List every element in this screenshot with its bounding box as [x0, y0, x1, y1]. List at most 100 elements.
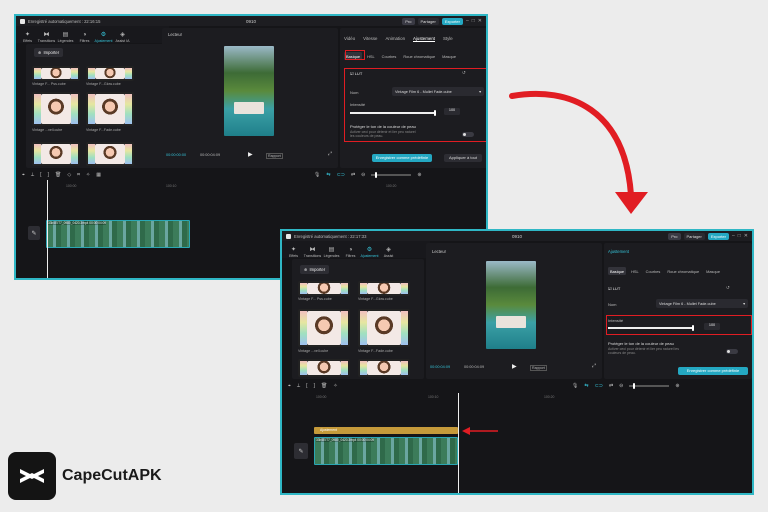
play-icon[interactable]: ▶ [248, 151, 253, 158]
slider-knob[interactable] [375, 172, 378, 179]
delete-icon[interactable]: 🗑 [55, 172, 61, 178]
tool-transitions[interactable]: ⧓ Transitions [304, 247, 321, 258]
trim-left-icon[interactable]: [ [40, 172, 41, 178]
export-button[interactable]: Exporter [707, 232, 729, 240]
play-icon[interactable]: ▶ [512, 363, 517, 370]
lut-thumbnail[interactable] [86, 92, 134, 126]
cursor-icon[interactable]: ⌖ [22, 172, 25, 178]
share-button[interactable]: Partager [683, 232, 705, 240]
split-icon[interactable]: ⟂ [31, 172, 34, 178]
magnet-icon[interactable]: ⊂⊃ [595, 383, 603, 389]
fullscreen-icon[interactable]: ⤢ [328, 151, 332, 157]
tool-transitions[interactable]: ⧓ Transitions [38, 32, 55, 43]
subtab-curves[interactable]: Courbes [644, 267, 663, 275]
save-preset-button[interactable]: Enregistrer comme prédéfinie [372, 154, 432, 162]
import-button[interactable]: ⊕ Importer [34, 48, 64, 57]
lut-thumbnail[interactable] [358, 281, 410, 296]
lut-thumbnail[interactable] [86, 66, 134, 81]
lut-thumbnail[interactable] [86, 142, 134, 166]
zoom-out-icon[interactable]: ⊖ [361, 172, 365, 178]
crop-icon[interactable]: ⌗ [77, 172, 80, 178]
tool-effects[interactable]: ✦ Effets [285, 247, 302, 258]
tool-adjustment[interactable]: ⚙ Ajustement [361, 247, 379, 258]
lut-thumbnail[interactable] [358, 309, 410, 347]
reset-icon[interactable]: ↺ [726, 285, 730, 291]
close-icon[interactable]: ✕ [744, 233, 748, 239]
link-icon[interactable]: ⇆ [326, 172, 330, 178]
shield-icon[interactable]: ◇ [67, 172, 71, 178]
slider-knob[interactable] [633, 383, 636, 390]
lut-thumbnail[interactable] [358, 359, 410, 377]
delete-icon[interactable]: 🗑 [321, 383, 327, 389]
wand-icon[interactable]: ✧ [86, 172, 90, 178]
fullscreen-icon[interactable]: ⤢ [592, 363, 596, 369]
zoom-slider[interactable] [371, 172, 412, 179]
mic-icon[interactable]: 🎙 [314, 172, 320, 178]
adjustment-clip[interactable]: Ajustement [314, 427, 458, 434]
video-clip[interactable]: 33b4EIT7_0980_0420.3mp4 00:00:04:09 [314, 437, 458, 465]
import-button[interactable]: ⊕ Importer [300, 265, 330, 274]
minimize-icon[interactable]: – [466, 18, 469, 24]
subtab-curves[interactable]: Courbes [380, 52, 399, 60]
lut-thumbnail[interactable] [298, 359, 350, 377]
tab-video[interactable]: Vidéo [344, 36, 355, 42]
tab-animation[interactable]: Animation [385, 36, 405, 42]
apply-all-button[interactable]: Appliquer à tout [444, 154, 482, 162]
snap-icon[interactable]: ⇄ [351, 172, 355, 178]
lut-toggle[interactable]: ☑ LUT [608, 286, 620, 291]
maximize-icon[interactable]: □ [472, 18, 475, 24]
lut-thumbnail[interactable] [32, 92, 80, 126]
pro-button[interactable]: Pro [402, 17, 415, 25]
tool-captions[interactable]: ▤ Légendes [323, 247, 340, 258]
trim-left-icon[interactable]: [ [306, 383, 307, 389]
zoom-in-icon[interactable]: ⊕ [417, 172, 421, 178]
subtab-color-wheel[interactable]: Roue chromatique [665, 267, 701, 275]
share-button[interactable]: Partager [417, 17, 439, 25]
tool-filters[interactable]: ◑ Filtres [76, 32, 93, 43]
lut-thumbnail[interactable] [32, 142, 80, 166]
video-clip[interactable]: 33b4EIT7_0980_0420.3mp4 00:00:04:09 [46, 220, 190, 248]
tool-adjustment[interactable]: ⚙ Ajustement [95, 32, 113, 43]
pro-button[interactable]: Pro [668, 232, 681, 240]
subtab-mask[interactable]: Masque [440, 52, 458, 60]
trim-right-icon[interactable]: ] [314, 383, 315, 389]
tab-speed[interactable]: Vitesse [363, 36, 377, 42]
minimize-icon[interactable]: – [732, 233, 735, 239]
maximize-icon[interactable]: □ [738, 233, 741, 239]
tab-style[interactable]: Style [443, 36, 453, 42]
snap-icon[interactable]: ⇄ [609, 383, 613, 389]
subtab-mask[interactable]: Masque [704, 267, 722, 275]
export-button[interactable]: Exporter [441, 17, 463, 25]
tool-effects[interactable]: ✦ Effets [19, 32, 36, 43]
subtab-hsl[interactable]: HSL [629, 267, 641, 275]
split-icon[interactable]: ⟂ [297, 383, 300, 389]
trim-right-icon[interactable]: ] [48, 172, 49, 178]
link-icon[interactable]: ⇆ [584, 383, 588, 389]
mic-icon[interactable]: 🎙 [572, 383, 578, 389]
ratio-button[interactable]: Rapport [530, 365, 547, 371]
subtab-color-wheel[interactable]: Roue chromatique [401, 52, 437, 60]
zoom-out-icon[interactable]: ⊖ [619, 383, 623, 389]
tool-ai[interactable]: ◈ Assist IA [114, 32, 131, 43]
cursor-icon[interactable]: ⌖ [288, 383, 291, 389]
zoom-in-icon[interactable]: ⊕ [675, 383, 679, 389]
lut-thumbnail[interactable] [298, 309, 350, 347]
zoom-slider[interactable] [629, 383, 670, 390]
tool-ai[interactable]: ◈ Assist [380, 247, 397, 258]
cover-button[interactable]: ✎ [294, 443, 308, 459]
wand-icon[interactable]: ✧ [333, 383, 337, 389]
cover-button[interactable]: ✎ [28, 226, 40, 240]
lut-name-select[interactable]: Vintage Film 6 - Mullet Fade.cube ▾ [656, 299, 748, 308]
protect-skin-toggle[interactable] [726, 349, 738, 354]
tab-adjustment[interactable]: Ajustement [413, 36, 435, 42]
lut-thumbnail[interactable] [298, 281, 350, 296]
playhead[interactable] [458, 393, 459, 493]
tool-captions[interactable]: ▤ Légendes [57, 32, 74, 43]
layers-icon[interactable]: ▦ [96, 172, 101, 178]
magnet-icon[interactable]: ⊂⊃ [337, 172, 345, 178]
lut-thumbnail[interactable] [32, 66, 80, 81]
tool-filters[interactable]: ◑ Filtres [342, 247, 359, 258]
save-preset-button[interactable]: Enregistrer comme prédéfinie [678, 367, 748, 375]
ratio-button[interactable]: Rapport [266, 153, 283, 159]
subtab-basic[interactable]: Basique [608, 267, 627, 275]
